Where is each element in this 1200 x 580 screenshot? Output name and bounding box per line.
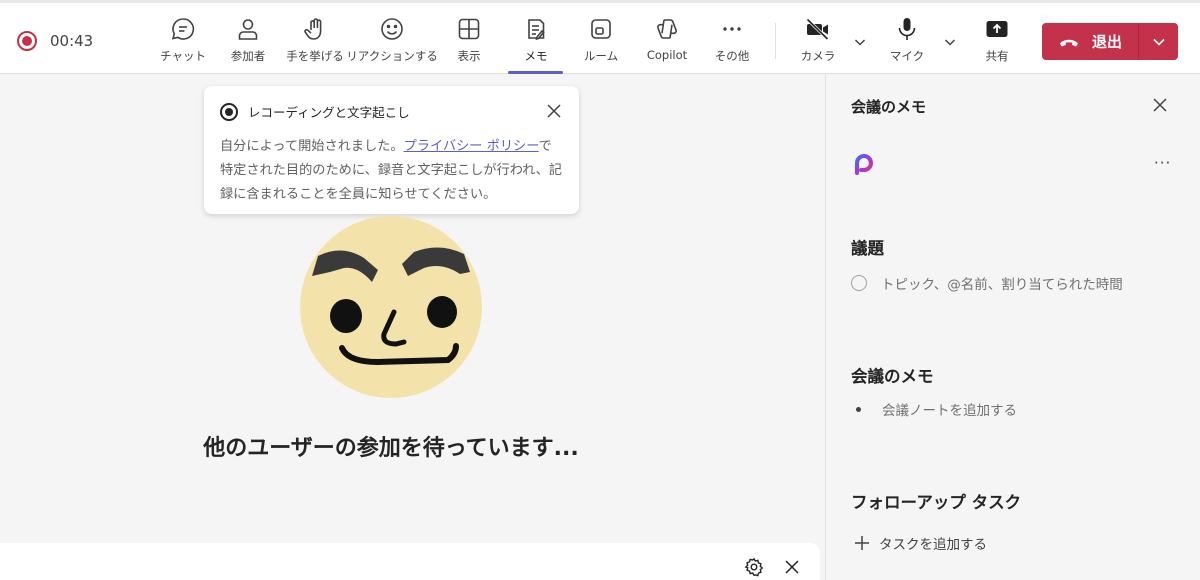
plus-icon [855,536,869,550]
rooms-icon [591,19,611,39]
more-horizontal-icon [723,27,741,31]
hang-up-icon [1060,39,1078,46]
recording-notice-popup: レコーディングと文字起こし 自分によって開始されました。プライバシー ポリシーで… [204,86,579,214]
leave-label: 退出 [1092,33,1123,51]
camera-off-icon [806,18,829,41]
leave-button-group: 退出 [1042,23,1178,60]
notes-item[interactable]: 会議ノートを追加する [856,399,1017,419]
add-task-button[interactable]: タスクを追加する [853,533,987,553]
face-drawing-icon [312,247,470,366]
agenda-item[interactable]: トピック、@名前、割り当てられた時間 [851,273,1123,293]
copilot-button[interactable]: Copilot [643,13,691,71]
followup-heading: フォローアップ タスク [851,493,1022,512]
waiting-message: 他のユーザーの参加を待っています... [203,436,579,461]
recording-notice-title: レコーディングと文字起こし [248,105,410,120]
close-icon[interactable] [545,102,563,120]
notes-heading: 会議のメモ [851,367,934,386]
agenda-placeholder: トピック、@名前、割り当てられた時間 [881,277,1123,293]
camera-button[interactable]: カメラ [801,13,835,71]
meeting-timer: 00:43 [50,32,94,50]
notes-icon [528,19,545,41]
copilot-icon [657,19,677,39]
recording-notice-header: レコーディングと文字起こし [220,102,563,121]
raise-hand-button[interactable]: 手を挙げる [286,13,344,71]
chat-label: チャット [160,49,206,63]
share-button[interactable]: 共有 [982,13,1012,71]
mic-label: マイク [889,49,925,63]
hand-icon [304,18,322,40]
toolbar-divider [775,23,776,59]
leave-options-button[interactable] [1139,23,1178,60]
bullet-icon [856,406,861,412]
recording-indicator-icon [17,31,37,51]
view-button[interactable]: 表示 [453,13,485,71]
avatar [300,216,482,398]
react-label: リアクションする [346,49,438,63]
leave-button[interactable]: 退出 [1042,23,1138,60]
mic-button[interactable]: マイク [889,13,925,71]
microphone-icon [898,18,916,40]
agenda-heading: 議題 [851,239,884,258]
view-label: 表示 [457,49,481,63]
recording-icon [220,102,238,121]
camera-label: カメラ [800,49,836,63]
rooms-label: ルーム [583,49,619,63]
meeting-stage: レコーディングと文字起こし 自分によって開始されました。プライバシー ポリシーで… [0,74,825,580]
meeting-notes-panel: 会議のメモ ··· 議題 トピック、@名前、割り当てられた時間 会議のメモ 会議… [825,74,1200,580]
notes-button[interactable]: メモ [518,13,554,71]
bottom-panel [0,543,820,580]
share-screen-icon [986,21,1008,37]
mic-options-chevron-down-icon[interactable] [943,35,957,49]
participants-button[interactable]: 参加者 [227,13,269,71]
more-label: その他 [714,49,750,63]
grid-view-icon [458,18,480,40]
recording-notice-body: 自分によって開始されました。プライバシー ポリシーで特定された目的のために、録音… [220,135,563,207]
smiley-icon [381,18,403,40]
gear-icon[interactable] [744,557,764,577]
react-button[interactable]: リアクションする [346,13,438,71]
rooms-button[interactable]: ルーム [584,13,618,71]
chat-button[interactable]: チャット [160,13,206,71]
notes-placeholder: 会議ノートを追加する [882,403,1017,419]
copilot-label: Copilot [646,48,688,62]
participants-label: 参加者 [230,49,266,63]
close-icon[interactable] [782,557,802,577]
more-button[interactable]: その他 [712,13,752,71]
close-icon[interactable] [1151,96,1169,114]
add-task-label: タスクを追加する [879,537,987,553]
more-horizontal-icon[interactable]: ··· [1154,154,1171,172]
raise-hand-label: 手を挙げる [286,49,344,63]
recording-notice-text-start: 自分によって開始されました。 [220,139,404,154]
privacy-policy-link[interactable]: プライバシー ポリシー [404,139,539,154]
notes-label: メモ [524,49,548,63]
meeting-toolbar: 00:43 チャット 参加者 手を挙げる リアクションする 表示 メモ ルーム … [0,0,1200,74]
leave-options-chevron-down-icon [1152,38,1165,46]
person-icon [238,19,258,40]
camera-options-chevron-down-icon[interactable] [853,35,867,49]
panel-title: 会議のメモ [851,98,927,116]
loop-icon [855,154,873,175]
share-label: 共有 [985,49,1009,63]
chat-icon [171,18,195,40]
agenda-checkbox-icon[interactable] [851,275,867,291]
